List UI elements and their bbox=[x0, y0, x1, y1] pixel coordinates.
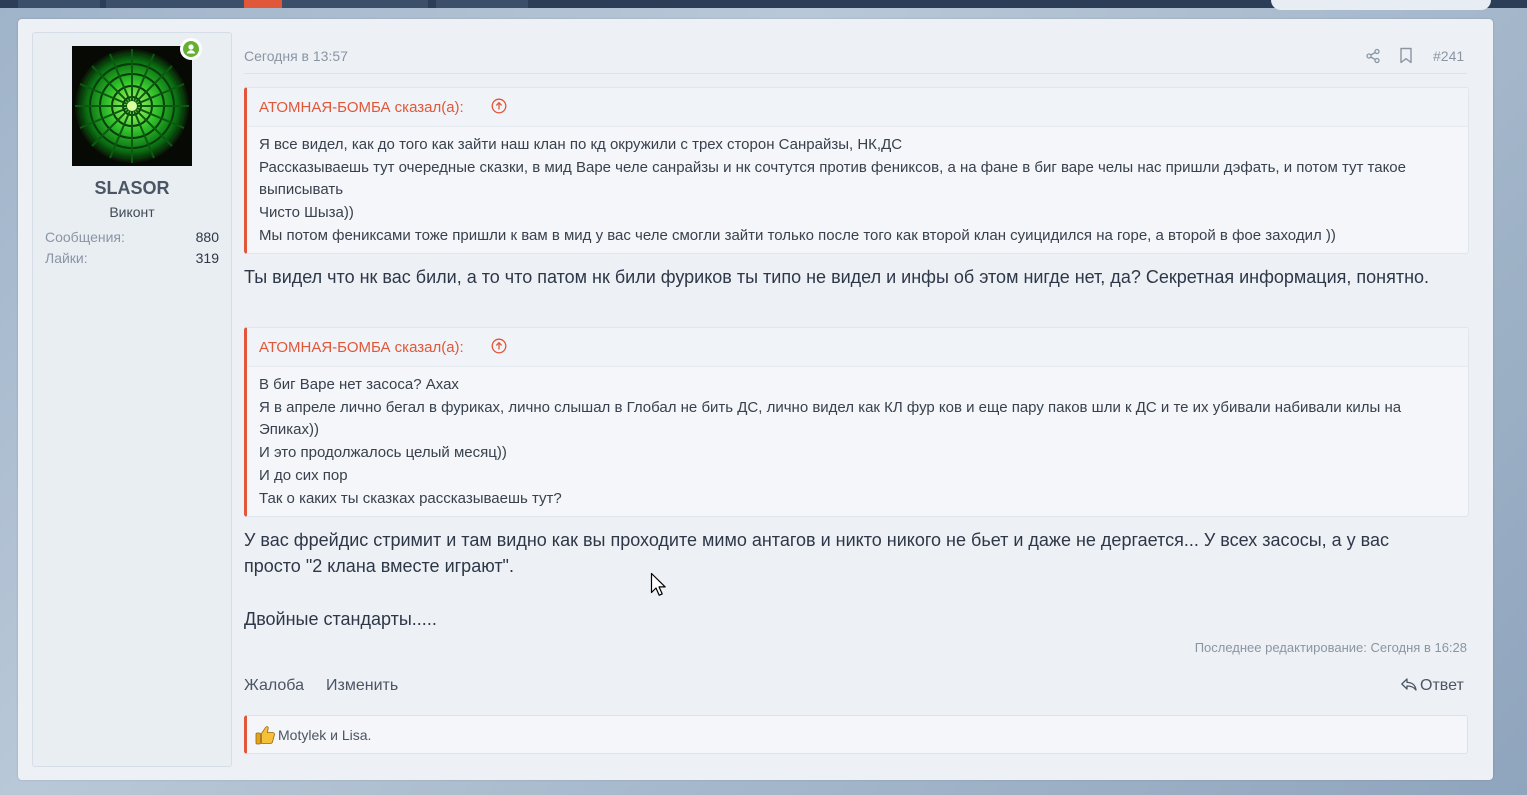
post-date[interactable]: Сегодня в 13:57 bbox=[244, 48, 348, 64]
quote-line: Мы потом фениксами тоже пришли к вам в м… bbox=[259, 226, 1336, 244]
edit-button[interactable]: Изменить bbox=[326, 677, 398, 695]
arrow-up-circle-icon[interactable] bbox=[491, 98, 507, 114]
search-bar[interactable] bbox=[1271, 0, 1491, 10]
stat-label: Сообщения: bbox=[45, 229, 125, 245]
stat-messages: Сообщения: 880 bbox=[45, 229, 219, 245]
reply-button[interactable]: Ответ bbox=[1400, 677, 1464, 695]
user-title: Виконт bbox=[109, 204, 155, 220]
stat-likes: Лайки: 319 bbox=[45, 250, 219, 266]
avatar-image bbox=[72, 46, 192, 166]
reply-label: Ответ bbox=[1420, 677, 1464, 694]
stat-value: 319 bbox=[195, 250, 219, 266]
quote-line: Я все видел, как до того как зайти наш к… bbox=[259, 136, 903, 153]
quote-content: Я все видел, как до того как зайти наш к… bbox=[247, 127, 1468, 248]
quote-line: Чисто Шыза)) bbox=[259, 204, 354, 222]
online-status-badge bbox=[180, 38, 202, 60]
quote-header: АТОМНАЯ-БОМБА сказал(а): bbox=[247, 328, 1468, 367]
reply-icon bbox=[1401, 678, 1417, 691]
stat-value: 880 bbox=[195, 229, 219, 245]
quote-line: Я в апреле лично бегал в фуриках, лично … bbox=[259, 398, 1402, 439]
post-paragraph: Ты видел что нк вас били, а то что патом… bbox=[244, 267, 1430, 287]
quote-block: АТОМНАЯ-БОМБА сказал(а): Я все видел, ка… bbox=[244, 87, 1469, 254]
nav-tab[interactable] bbox=[18, 0, 100, 8]
avatar[interactable] bbox=[72, 46, 192, 166]
post-paragraph: Двойные стандарты..... bbox=[244, 609, 437, 629]
quote-line: Рассказываешь тут очередные сказки, в ми… bbox=[259, 158, 1406, 199]
username[interactable]: SLASOR bbox=[33, 178, 231, 199]
share-icon[interactable] bbox=[1365, 48, 1381, 64]
stat-label: Лайки: bbox=[45, 250, 88, 266]
nav-tab[interactable] bbox=[436, 0, 528, 8]
nav-active-indicator bbox=[244, 0, 282, 8]
quote-block: АТОМНАЯ-БОМБА сказал(а): В биг Варе нет … bbox=[244, 327, 1469, 517]
quote-line: И до сих пор bbox=[259, 466, 348, 484]
reactions-users-link[interactable]: Motylek и Lisa. bbox=[278, 727, 371, 743]
quote-content: В биг Варе нет засоса? Ахах Я в апреле л… bbox=[247, 367, 1468, 510]
report-button[interactable]: Жалоба bbox=[244, 677, 304, 695]
user-panel: SLASOR Виконт Сообщения: 880 Лайки: 319 bbox=[32, 32, 232, 767]
bookmark-icon[interactable] bbox=[1399, 47, 1413, 64]
last-edited-note: Последнее редактирование: Сегодня в 16:2… bbox=[1194, 640, 1467, 655]
quote-line: В биг Варе нет засоса? Ахах bbox=[259, 376, 459, 393]
quote-header: АТОМНАЯ-БОМБА сказал(а): bbox=[247, 88, 1468, 127]
quote-line: Так о каких ты сказках рассказываешь тут… bbox=[259, 489, 562, 507]
quote-author-link[interactable]: АТОМНАЯ-БОМБА сказал(а): bbox=[259, 339, 464, 356]
thumbs-up-icon bbox=[255, 726, 275, 745]
post-paragraph: У вас фрейдис стримит и там видно как вы… bbox=[244, 530, 1390, 576]
quote-author-link[interactable]: АТОМНАЯ-БОМБА сказал(а): bbox=[259, 99, 464, 116]
reactions-bar: Motylek и Lisa. bbox=[244, 715, 1468, 754]
user-icon bbox=[186, 44, 196, 54]
mouse-cursor-icon bbox=[650, 572, 666, 596]
header-divider bbox=[244, 73, 1467, 74]
arrow-up-circle-icon[interactable] bbox=[491, 338, 507, 354]
quote-line: И это продолжалось целый месяц)) bbox=[259, 444, 507, 462]
post-number-link[interactable]: #241 bbox=[1433, 48, 1464, 64]
